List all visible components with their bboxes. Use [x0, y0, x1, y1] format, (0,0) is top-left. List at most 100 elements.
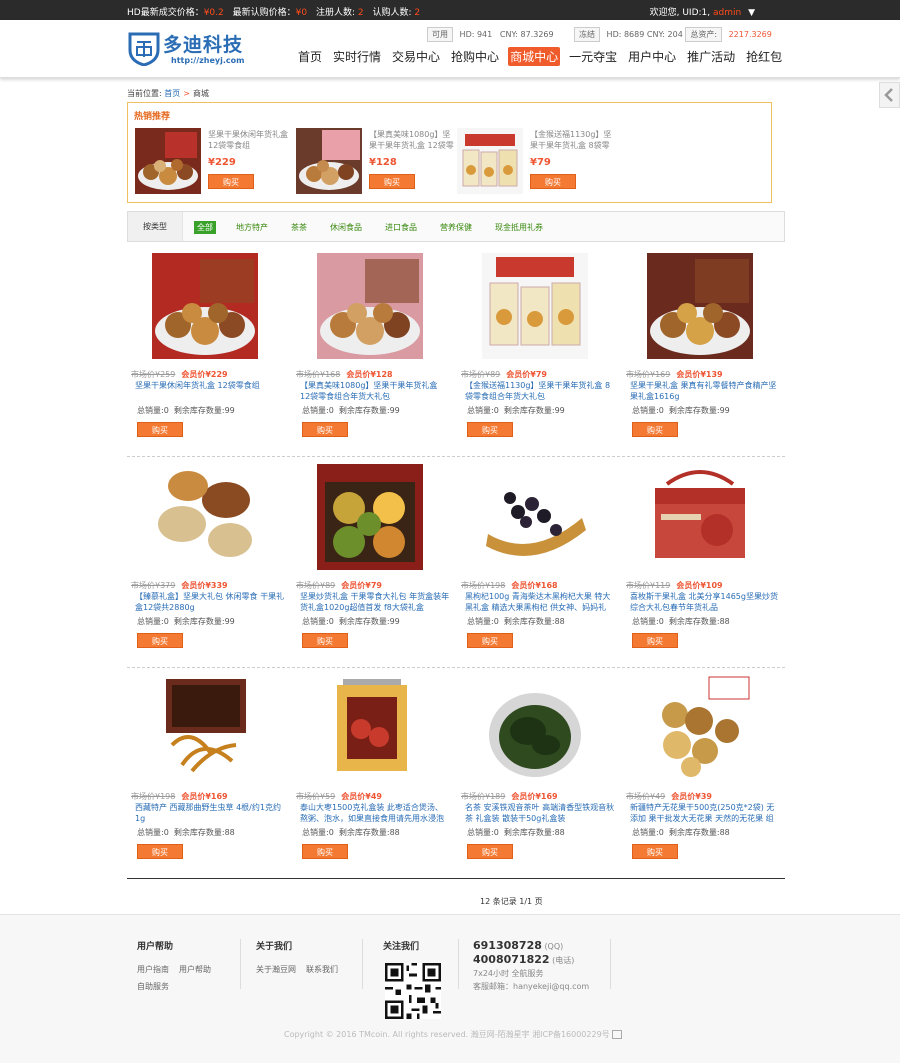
product-name[interactable]: 黑枸杞100g 青海柴达木黑枸杞大果 特大黑礼盒 精选大果黑枸杞 供女神、妈妈礼	[465, 591, 615, 613]
chevron-left-icon	[884, 88, 893, 102]
product-image[interactable]	[152, 253, 258, 359]
product-image[interactable]	[152, 464, 258, 570]
hot-buy-button[interactable]: 购买	[208, 174, 254, 189]
product-image[interactable]	[647, 253, 753, 359]
footer-link-self-service[interactable]: 自助服务	[137, 981, 169, 992]
product-stats: 总销量:0 剩余库存数量:88	[467, 616, 565, 627]
member-price-label: 会员价	[181, 792, 206, 801]
filter-snacks[interactable]: 休闲食品	[327, 221, 365, 234]
buy-button[interactable]: 购买	[467, 633, 513, 648]
nav-user[interactable]: 用户中心	[626, 47, 678, 66]
product-image[interactable]	[482, 675, 588, 781]
username-link[interactable]: admin	[713, 8, 741, 18]
user-info[interactable]: 欢迎您, UID:1, admin ▼	[650, 5, 755, 18]
frozen-balance: 冻结 HD: 8689 CNY: 204 总资产: 2217.3269	[574, 27, 772, 42]
buy-button[interactable]: 购买	[302, 844, 348, 859]
product-image[interactable]	[647, 464, 753, 570]
stock-label: 剩余库存数量:	[668, 617, 720, 626]
product-name[interactable]: 名茶 安溪铁观音茶叶 高端清香型铁观音秋茶 礼盒装 散装干50g礼盒装	[465, 802, 615, 824]
product-name[interactable]: 【臻慕礼盒】坚果大礼包 休闲零食 干果礼盒12袋共2880g	[135, 591, 285, 613]
buy-button[interactable]: 购买	[467, 844, 513, 859]
market-price: 市场价¥198	[131, 792, 175, 801]
market-price-label: 市场价	[461, 581, 485, 590]
sold-label: 总销量:	[137, 406, 164, 415]
stock-value: 88	[719, 617, 730, 626]
nut-gift-box-image[interactable]	[135, 128, 201, 194]
filter-all[interactable]: 全部	[194, 221, 216, 234]
product-name[interactable]: 坚果炒货礼盒 干果零食大礼包 年货盒装年货礼盒1020g超值首发 f8大袋礼盒	[300, 591, 450, 613]
breadcrumb-home[interactable]: 首页	[164, 89, 180, 98]
nav-promo[interactable]: 推广活动	[685, 47, 737, 66]
hot-item: 坚果干果休闲年货礼盒 12袋零食组 ¥229 购买	[135, 128, 295, 196]
side-collapse-tab[interactable]	[879, 82, 900, 108]
filter-local[interactable]: 地方特产	[233, 221, 271, 234]
member-price-label: 会员价	[506, 370, 531, 379]
member-price-value: ¥49	[365, 792, 382, 801]
product-name[interactable]: 【果真美味1080g】坚果干果年货礼盒 12袋零食组合年货大礼包	[300, 380, 450, 402]
sold-value: 0	[658, 406, 664, 415]
buy-button[interactable]: 购买	[632, 633, 678, 648]
filter-voucher[interactable]: 现金抵用礼券	[492, 221, 546, 234]
product-image[interactable]	[482, 253, 588, 359]
nav-trade[interactable]: 交易中心	[390, 47, 442, 66]
product-name[interactable]: 【金猴送福1130g】坚果干果年货礼盒 8袋零食组合年货大礼包	[465, 380, 615, 402]
nav-redpacket[interactable]: 抢红包	[744, 47, 784, 66]
member-price: 会员价¥128	[346, 370, 392, 379]
product-name[interactable]: 坚果干果礼盒 果真有礼零餐特产食精产坚果礼盒1616g	[630, 380, 780, 402]
buy-button[interactable]: 购买	[137, 633, 183, 648]
snack-packs-image[interactable]	[457, 128, 523, 194]
product-prices: 市场价¥89 会员价¥79	[461, 369, 547, 380]
nav-home[interactable]: 首页	[296, 47, 324, 66]
nav-treasure[interactable]: 一元夺宝	[567, 47, 619, 66]
product-card: 市场价¥168 会员价¥128 【果真美味1080g】坚果干果年货礼盒 12袋零食组…	[292, 253, 457, 453]
product-image[interactable]	[317, 253, 423, 359]
hot-recommend-panel: 热销推荐 坚果干果休闲年货礼盒 12袋零食组 ¥229 购买 【果真美味1080…	[127, 102, 772, 203]
hot-item-name[interactable]: 坚果干果休闲年货礼盒 12袋零食组	[208, 129, 294, 151]
product-image[interactable]	[317, 464, 423, 570]
footer-link-guide[interactable]: 用户指南	[137, 964, 169, 975]
hot-item: 【果真美味1080g】坚果干果年货礼盒 12袋零 ¥128 购买	[296, 128, 456, 196]
sold-value: 0	[493, 617, 499, 626]
filter-health[interactable]: 营养保健	[437, 221, 475, 234]
market-price: 市场价¥169	[626, 370, 670, 379]
buy-button[interactable]: 购买	[137, 844, 183, 859]
filter-imported[interactable]: 进口食品	[382, 221, 420, 234]
hot-item-name[interactable]: 【果真美味1080g】坚果干果年货礼盒 12袋零	[369, 129, 455, 151]
stock-value: 99	[389, 617, 400, 626]
product-name[interactable]: 坚果干果休闲年货礼盒 12袋零食组	[135, 380, 285, 402]
product-row: 市场价¥379 会员价¥339 【臻慕礼盒】坚果大礼包 休闲零食 干果礼盒12袋共2…	[127, 457, 785, 668]
footer-link-about[interactable]: 关于瀚豆网	[256, 964, 296, 975]
hot-buy-button[interactable]: 购买	[530, 174, 576, 189]
site-logo[interactable]: 多迪科技 http://zheyj.com	[127, 28, 262, 72]
market-price-value: ¥89	[320, 581, 336, 590]
hot-item-name[interactable]: 【金猴送福1130g】坚果干果年货礼盒 8袋零	[530, 129, 616, 151]
buy-button[interactable]: 购买	[137, 422, 183, 437]
product-name[interactable]: 泰山大枣1500克礼盒装 此枣适合煲汤、熬粥、泡水，如果直接食用请先用水浸泡	[300, 802, 450, 824]
filter-tea[interactable]: 茶茶	[288, 221, 310, 234]
product-stats: 总销量:0 剩余库存数量:99	[467, 405, 565, 416]
buy-button[interactable]: 购买	[302, 422, 348, 437]
nav-market[interactable]: 实时行情	[331, 47, 383, 66]
nav-mall[interactable]: 商城中心	[508, 47, 561, 66]
footer-link-help[interactable]: 用户帮助	[179, 964, 211, 975]
nav-rush[interactable]: 抢购中心	[449, 47, 501, 66]
copyright-text: Copyright © 2016 TMcoin. All rights rese…	[284, 1030, 610, 1039]
hot-buy-button[interactable]: 购买	[369, 174, 415, 189]
sold-label: 总销量:	[467, 828, 494, 837]
buy-button[interactable]: 购买	[632, 844, 678, 859]
product-name[interactable]: 喜枚斯干果礼盒 北美分享1465g坚果炒货综合大礼包春节年货礼品	[630, 591, 780, 613]
chevron-down-icon[interactable]: ▼	[748, 8, 755, 18]
product-image[interactable]	[152, 675, 258, 781]
product-name[interactable]: 西藏特产 西藏那曲野生虫草 4根/约1克约1g	[135, 802, 285, 824]
product-image[interactable]	[317, 675, 423, 781]
product-image[interactable]	[647, 675, 753, 781]
product-image[interactable]	[482, 464, 588, 570]
member-price: 会员价¥109	[676, 581, 722, 590]
buy-button[interactable]: 购买	[302, 633, 348, 648]
nut-gift-box-image[interactable]	[296, 128, 362, 194]
buy-button[interactable]: 购买	[467, 422, 513, 437]
buy-button[interactable]: 购买	[632, 422, 678, 437]
market-price-value: ¥259	[155, 370, 176, 379]
product-name[interactable]: 新疆特产无花果干500克(250克*2袋) 无添加 果干批发大无花果 天然的无花…	[630, 802, 780, 824]
footer-link-contact[interactable]: 联系我们	[306, 964, 338, 975]
